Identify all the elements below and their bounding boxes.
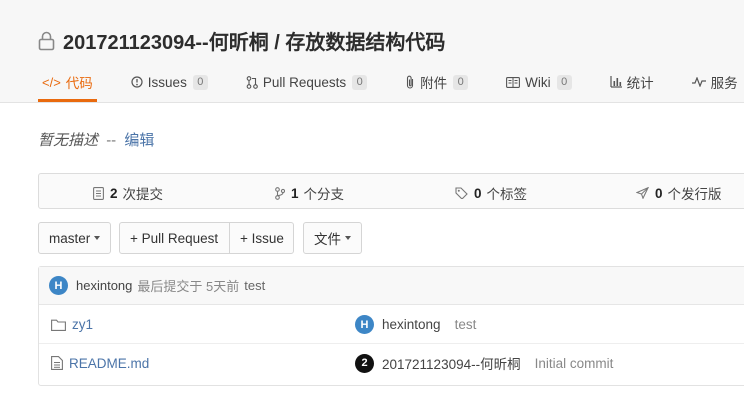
tab-label: 统计 [626,76,654,91]
repo-tabs: </> 代码 Issues 0 Pull Requests 0 附件 0 Wik… [38,62,744,102]
branch-name: master [49,230,91,246]
tab-label: 代码 [65,76,93,91]
send-icon [636,187,649,199]
files-dropdown[interactable]: 文件 [303,222,362,254]
pull-request-icon [246,75,258,89]
caret-down-icon [345,236,351,240]
file-list: H hexintong 最后提交于 5天前 test zy1 H hexinto… [38,266,744,386]
branches-label: 个分支 [303,187,345,202]
tab-stats[interactable]: 统计 [606,62,658,102]
tab-label: 附件 [420,76,448,91]
branches-stat[interactable]: 1 个分支 [275,183,344,203]
file-name-link[interactable]: zy1 [51,317,93,332]
repo-header: 201721123094--何昕桐 / 存放数据结构代码 </> 代码 Issu… [0,0,744,103]
description-separator: -- [106,132,117,149]
commits-stat[interactable]: 2 次提交 [93,183,163,203]
commit-icon [93,186,104,200]
wiki-icon [506,76,521,88]
commits-count: 2 [110,185,118,201]
issue-icon [131,76,143,88]
branches-count: 1 [291,185,299,201]
repo-title: 201721123094--何昕桐 / 存放数据结构代码 [38,26,445,55]
count-badge: 0 [352,74,368,90]
attachment-icon [405,75,415,89]
lock-icon [38,31,55,51]
releases-stat[interactable]: 0 个发行版 [636,183,722,203]
file-name-link[interactable]: README.md [51,356,149,371]
chart-icon [610,76,622,88]
caret-down-icon [94,236,101,240]
files-button-label: 文件 [314,232,341,247]
tab-label: Issues [147,74,187,90]
pulse-icon [691,77,706,87]
file-row: zy1 H hexintong test [39,306,744,344]
file-commit-message[interactable]: test [455,317,477,332]
branch-select[interactable]: master [38,222,111,254]
avatar[interactable]: H [49,276,68,295]
count-badge: 0 [453,74,469,90]
releases-label: 个发行版 [667,187,722,202]
file-row: README.md 2 201721123094--何昕桐 Initial co… [39,344,744,382]
file-name: README.md [69,355,150,371]
tab-services[interactable]: 服务 [688,62,742,102]
repo-title-text[interactable]: 201721123094--何昕桐 / 存放数据结构代码 [63,26,445,55]
repo-description: 暂无描述 -- 编辑 [38,129,154,150]
edit-description-link[interactable]: 编辑 [124,132,154,149]
avatar[interactable]: H [355,315,374,334]
tags-count: 0 [474,185,482,201]
file-icon [51,356,63,370]
tag-icon [455,187,468,199]
commit-message[interactable]: test [244,278,265,293]
folder-icon [51,319,66,331]
file-commit-info: H hexintong test [355,315,476,334]
code-icon: </> [42,74,61,90]
latest-commit-bar: H hexintong 最后提交于 5天前 test [39,267,744,305]
tags-label: 个标签 [486,187,528,202]
commits-label: 次提交 [122,187,164,202]
committer-name[interactable]: hexintong [382,317,441,332]
tab-issues[interactable]: Issues 0 [127,62,212,102]
tab-pull-requests[interactable]: Pull Requests 0 [242,62,371,102]
tab-label: Wiki [525,74,551,90]
tab-label: 服务 [710,76,738,91]
new-pull-request-button[interactable]: + Pull Request [119,222,230,254]
count-badge: 0 [556,74,572,90]
tab-wiki[interactable]: Wiki 0 [502,62,576,102]
issue-button-label: + Issue [240,230,284,246]
commit-author[interactable]: hexintong [76,278,132,293]
avatar[interactable]: 2 [355,353,374,373]
committer-name[interactable]: 201721123094--何昕桐 [382,353,521,373]
description-text: 暂无描述 [38,132,99,149]
pull-request-button-label: + Pull Request [130,230,219,246]
tags-stat[interactable]: 0 个标签 [455,183,527,203]
file-commit-info: 2 201721123094--何昕桐 Initial commit [355,353,613,373]
repo-stats-bar: 2 次提交 1 个分支 0 个标签 0 个发行版 [38,173,744,209]
new-issue-button[interactable]: + Issue [229,222,294,254]
tab-code[interactable]: </> 代码 [38,62,97,102]
file-name: zy1 [72,317,94,332]
tab-label: Pull Requests [262,74,347,90]
file-commit-message[interactable]: Initial commit [535,356,614,371]
count-badge: 0 [192,74,208,90]
tab-attachments[interactable]: 附件 0 [401,62,472,102]
commit-time: 最后提交于 5天前 [137,279,240,294]
releases-count: 0 [655,185,663,201]
branch-icon [275,186,285,200]
